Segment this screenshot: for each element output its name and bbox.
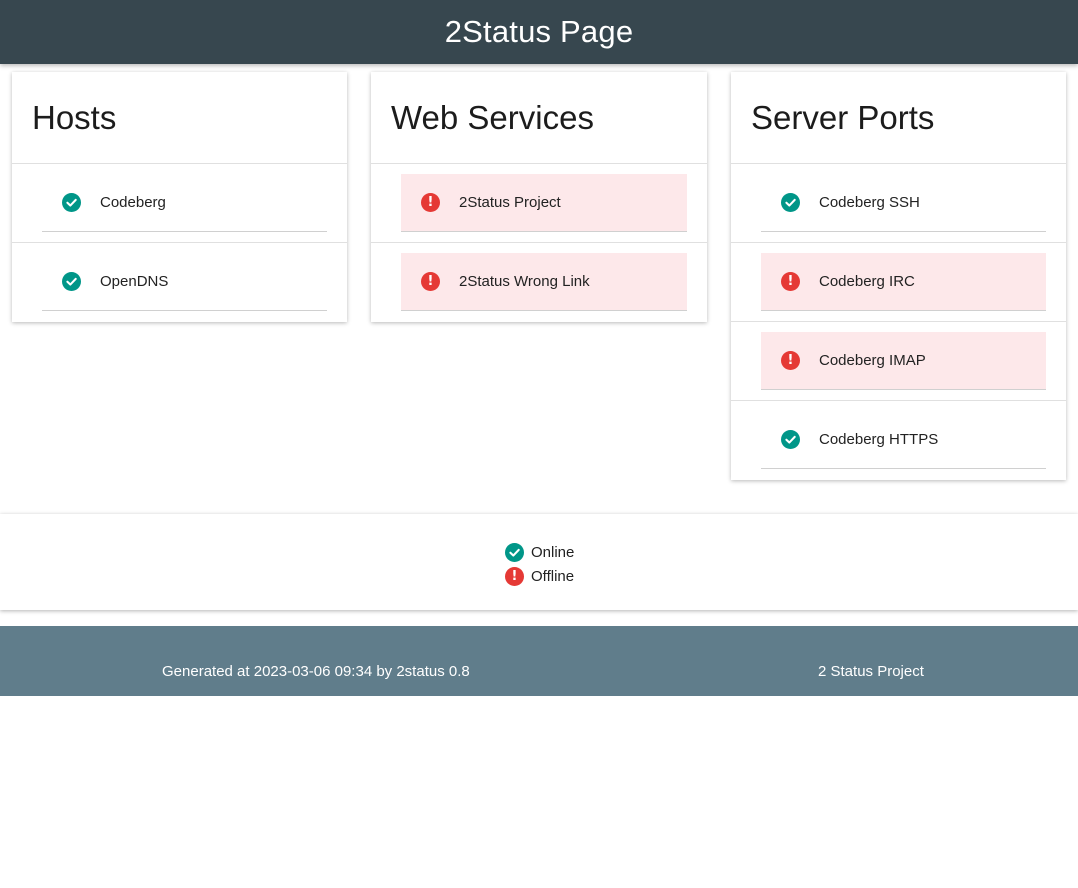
status-item-label: 2Status Project xyxy=(459,194,561,211)
check-circle-icon xyxy=(505,542,524,562)
server-ports-card: Server Ports Codeberg SSH ! Codeberg IRC… xyxy=(731,72,1066,480)
server-ports-card-header: Server Ports xyxy=(731,72,1066,164)
status-item-codeberg-https: Codeberg HTTPS xyxy=(761,411,1046,469)
alert-circle-icon: ! xyxy=(781,272,800,291)
hosts-card-title: Hosts xyxy=(32,98,117,136)
page-footer: Generated at 2023-03-06 09:34 by 2status… xyxy=(0,626,1078,696)
status-legend: Online ! Offline xyxy=(0,514,1078,610)
list-item: ! 2Status Project xyxy=(371,164,707,243)
status-item-label: OpenDNS xyxy=(100,273,169,290)
check-circle-icon xyxy=(781,430,800,449)
status-item-label: 2Status Wrong Link xyxy=(459,273,590,290)
status-item-label: Codeberg SSH xyxy=(819,194,920,211)
alert-circle-icon: ! xyxy=(505,566,524,586)
server-ports-card-title: Server Ports xyxy=(751,98,935,136)
web-services-card-header: Web Services xyxy=(371,72,707,164)
legend-online-label: Online xyxy=(531,543,575,561)
project-link[interactable]: 2 Status Project xyxy=(818,663,924,680)
top-app-bar: 2Status Page xyxy=(0,0,1078,64)
status-item-codeberg: Codeberg xyxy=(42,174,327,232)
list-item: Codeberg SSH xyxy=(731,164,1066,243)
list-item: Codeberg HTTPS xyxy=(731,401,1066,480)
status-item-label: Codeberg IRC xyxy=(819,273,915,290)
status-item-codeberg-imap: ! Codeberg IMAP xyxy=(761,332,1046,390)
hosts-card-header: Hosts xyxy=(12,72,347,164)
status-item-label: Codeberg HTTPS xyxy=(819,431,939,448)
alert-circle-icon: ! xyxy=(781,351,800,370)
alert-circle-icon: ! xyxy=(421,193,440,212)
web-services-card: Web Services ! 2Status Project ! 2Status… xyxy=(371,72,707,322)
hosts-card: Hosts Codeberg OpenDNS xyxy=(12,72,347,322)
check-circle-icon xyxy=(62,193,81,212)
list-item: OpenDNS xyxy=(12,243,347,322)
list-item: ! 2Status Wrong Link xyxy=(371,243,707,322)
status-item-opendns: OpenDNS xyxy=(42,253,327,311)
status-item-label: Codeberg IMAP xyxy=(819,352,926,369)
status-item-codeberg-irc: ! Codeberg IRC xyxy=(761,253,1046,311)
list-item: ! Codeberg IMAP xyxy=(731,322,1066,401)
alert-circle-icon: ! xyxy=(421,272,440,291)
legend-offline-label: Offline xyxy=(531,567,575,585)
page-title: 2Status Page xyxy=(444,14,634,49)
web-services-card-title: Web Services xyxy=(391,98,594,136)
legend-offline: ! Offline xyxy=(505,564,574,588)
check-circle-icon xyxy=(781,193,800,212)
legend-online: Online xyxy=(505,540,574,564)
status-item-2status-wrong-link: ! 2Status Wrong Link xyxy=(401,253,687,311)
status-item-codeberg-ssh: Codeberg SSH xyxy=(761,174,1046,232)
status-item-2status-project: ! 2Status Project xyxy=(401,174,687,232)
list-item: ! Codeberg IRC xyxy=(731,243,1066,322)
status-panels: Hosts Codeberg OpenDNS Web Services ! 2S… xyxy=(0,64,1078,494)
check-circle-icon xyxy=(62,272,81,291)
list-item: Codeberg xyxy=(12,164,347,243)
status-item-label: Codeberg xyxy=(100,194,166,211)
generated-info: Generated at 2023-03-06 09:34 by 2status… xyxy=(162,663,470,680)
